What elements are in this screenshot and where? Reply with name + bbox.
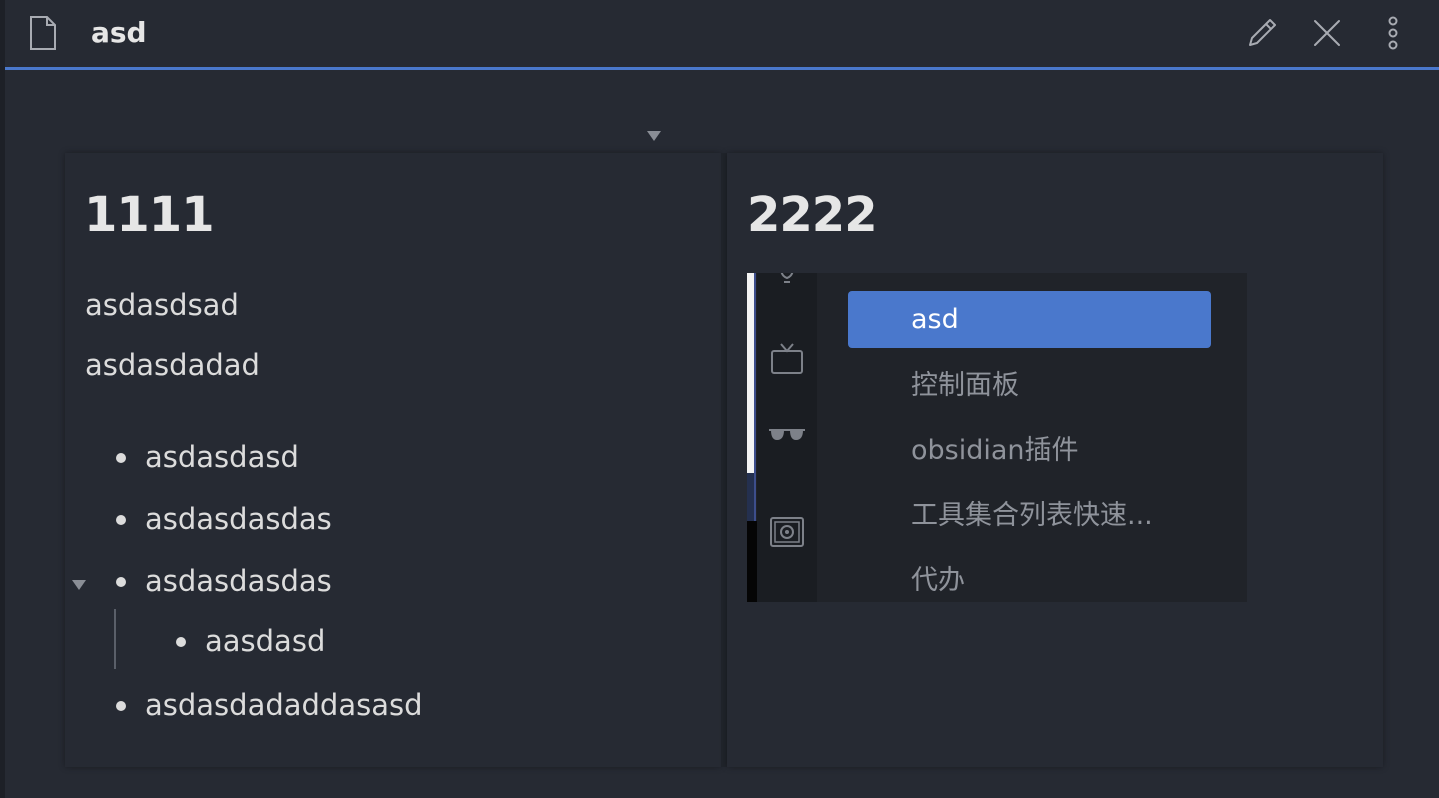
bullet <box>116 453 126 463</box>
pencil-icon <box>1249 19 1276 46</box>
embed-nav-item: 代办 <box>911 565 965 596</box>
column-right: 2222 asd 控制面板 obsidian插件 工具集合列表快速... 代办 <box>727 153 1383 767</box>
heading-left: 1111 <box>84 187 215 243</box>
bullet <box>176 637 186 647</box>
indent-guide <box>114 609 116 669</box>
embed-edge <box>747 273 754 473</box>
paragraph: asdasdadad <box>85 348 260 382</box>
app-window: asd 1111 asdasdsad asdasdadad asdasdasd … <box>0 0 1439 798</box>
paragraph: asdasdsad <box>85 288 239 322</box>
bullet <box>116 701 126 711</box>
embed-nav-item: 工具集合列表快速... <box>911 500 1153 531</box>
list-item: aasdasd <box>205 624 326 658</box>
list-item: asdasdadaddasasd <box>145 688 423 722</box>
tv-icon <box>769 341 805 377</box>
list-fold-arrow-icon[interactable] <box>72 580 86 590</box>
bullet <box>116 577 126 587</box>
safe-icon <box>767 513 807 553</box>
embed-edge <box>747 521 757 602</box>
heading-fold-arrow-icon[interactable] <box>647 131 661 141</box>
close-button[interactable] <box>1308 14 1346 52</box>
embed-edge <box>747 473 754 521</box>
embed-nav-item-active: asd <box>848 291 1211 348</box>
lightbulb-icon <box>772 273 802 291</box>
close-icon <box>1314 20 1340 46</box>
note-content: 1111 asdasdsad asdasdadad asdasdasd asda… <box>5 70 1439 798</box>
tab-header: asd <box>5 0 1439 67</box>
heading-right: 2222 <box>747 187 878 243</box>
more-vertical-icon <box>1388 16 1398 50</box>
embed-nav-item: 控制面板 <box>911 370 1019 401</box>
file-icon <box>30 16 56 50</box>
page-title: asd <box>91 16 147 49</box>
edit-button[interactable] <box>1243 14 1281 52</box>
more-options-button[interactable] <box>1374 14 1412 52</box>
bullet <box>116 515 126 525</box>
list-item: asdasdasd <box>145 440 299 474</box>
column-left: 1111 asdasdsad asdasdadad asdasdasd asda… <box>65 153 721 767</box>
embed-nav-item: obsidian插件 <box>911 435 1079 466</box>
sunglasses-icon <box>767 423 807 449</box>
list-item: asdasdasdas <box>145 564 332 598</box>
embed-edge <box>754 273 756 523</box>
list-item: asdasdasdas <box>145 502 332 536</box>
embedded-image: asd 控制面板 obsidian插件 工具集合列表快速... 代办 <box>747 273 1247 602</box>
